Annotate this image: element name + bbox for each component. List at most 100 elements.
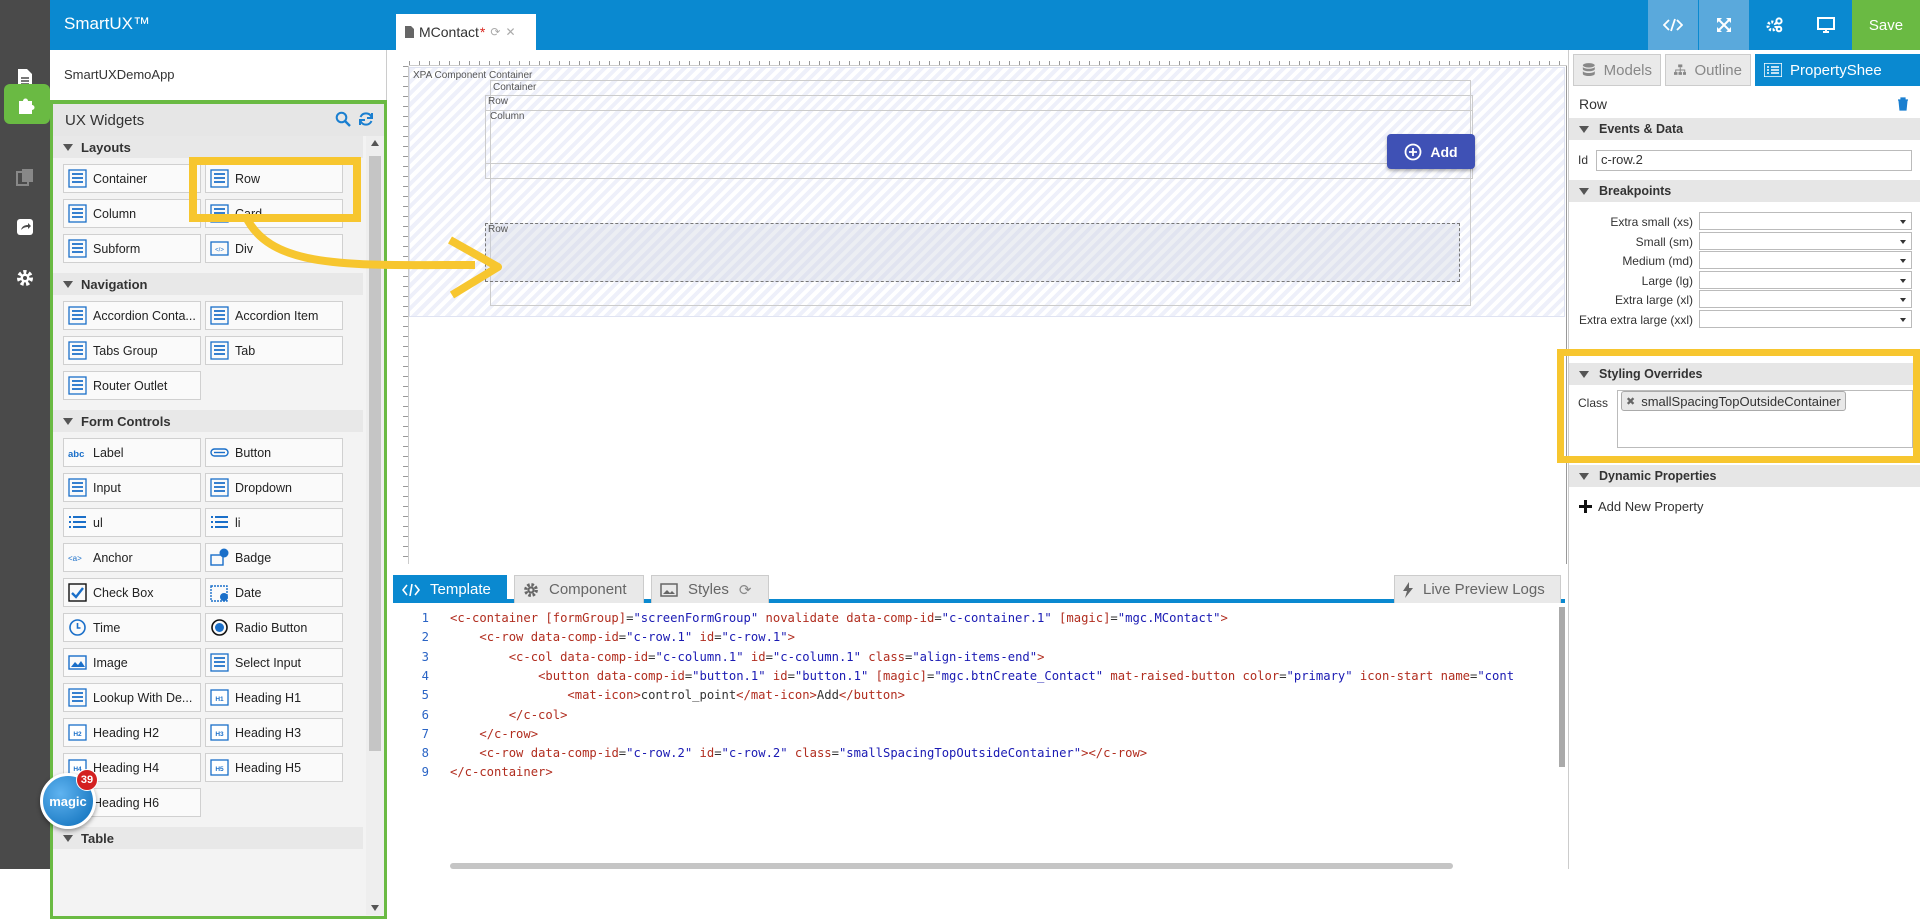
section-table[interactable]: Table [53,827,363,849]
widget-radio-button[interactable]: Radio Button [205,613,343,642]
xpa-component-container[interactable]: XPA Component Container Container Row Co… [409,67,1565,317]
code-line[interactable]: </c-container> [450,765,553,779]
row-drop-target[interactable]: Row [485,223,1460,282]
widget-column[interactable]: Column [63,199,201,228]
settings-button[interactable] [1750,0,1800,50]
puzzle-icon[interactable] [4,84,50,124]
widget-heading-h5[interactable]: H5 Heading H5 [205,753,343,782]
share-icon[interactable] [4,206,46,248]
code-line[interactable]: <c-row data-comp-id="c-row.1" id="c-row.… [450,630,795,644]
preview-button[interactable] [1801,0,1851,50]
widget-label: ul [93,515,103,530]
code-line[interactable]: </c-row> [450,727,538,741]
code-line[interactable]: <mat-icon>control_point</mat-icon>Add</b… [450,688,905,702]
column-element[interactable]: Column [485,110,1473,164]
widget-check-box[interactable]: Check Box [63,578,201,607]
add-new-property-button[interactable]: Add New Property [1579,499,1704,514]
trash-icon[interactable] [1897,97,1909,111]
widget-lookup-with-de[interactable]: Lookup With De... [63,683,201,712]
document-tab[interactable]: MContact * ⟳ ✕ [396,12,536,50]
tab-outline[interactable]: Outline [1665,54,1751,86]
widget-label: Tab [235,343,256,358]
search-icon[interactable] [335,111,351,127]
events-data-section[interactable]: Events & Data [1569,118,1920,140]
save-button[interactable]: Save [1852,0,1920,50]
code-token: "primary" [1286,668,1353,683]
breakpoint-select[interactable] [1699,290,1912,309]
gear-icon[interactable] [4,257,46,299]
code-token: "c-column.1" [655,649,744,664]
tab-models[interactable]: Models [1573,54,1661,86]
refresh-icon[interactable] [358,111,374,127]
breakpoints-section[interactable]: Breakpoints [1569,180,1920,202]
tab-styles[interactable]: Styles ⟳ [651,575,769,603]
tab-component-label: Component [549,581,627,598]
refresh-icon[interactable]: ⟳ [490,25,500,39]
code-view-button[interactable] [1648,0,1698,50]
widget-input[interactable]: Input [63,473,201,502]
widget-ul[interactable]: ul [63,508,201,537]
breakpoint-select[interactable] [1699,231,1912,250]
widget-badge[interactable]: Badge [205,543,343,572]
widget-container[interactable]: Container [63,164,201,193]
code-token: = [714,746,722,761]
widget-label[interactable]: abc Label [63,438,201,467]
code-line[interactable]: <c-row data-comp-id="c-row.2" id="c-row.… [450,746,1147,760]
magic-label: magic [49,793,87,809]
heading-h2-icon: H2 [68,723,87,742]
widget-dropdown[interactable]: Dropdown [205,473,343,502]
widget-image[interactable]: Image [63,648,201,677]
database-icon [1582,63,1595,76]
fullscreen-button[interactable] [1699,0,1749,50]
design-canvas: XPA Component Container Container Row Co… [387,50,1567,564]
breakpoint-select[interactable] [1699,251,1912,270]
add-button[interactable]: Add [1387,134,1475,169]
code-line[interactable]: <c-col data-comp-id="c-column.1" id="c-c… [450,649,1045,664]
collapse-triangle-icon [63,143,73,151]
template-code-editor[interactable]: 1 <c-container [formGroup] = "screenFormGro… [393,607,1565,869]
tab-component[interactable]: Component [514,575,644,603]
breakpoint-select[interactable] [1699,310,1912,328]
widget-button[interactable]: Button [205,438,343,467]
code-vertical-scrollbar[interactable] [1559,607,1565,767]
widget-date[interactable]: Date [205,578,343,607]
bolt-icon [1403,581,1413,598]
code-line[interactable]: <button data-comp-id="button.1" id="butt… [450,669,1514,683]
breakpoint-select[interactable] [1699,270,1912,289]
section-layouts[interactable]: Layouts [53,136,363,158]
id-input[interactable]: c-row.2 [1596,150,1912,171]
widget-router-outlet[interactable]: Router Outlet [63,371,201,400]
add-new-property-label: Add New Property [1598,499,1704,514]
code-token: = [1110,611,1118,625]
tab-template[interactable]: Template [393,575,507,603]
tab-property-sheet[interactable]: PropertyShee [1755,54,1920,86]
close-icon[interactable]: ✕ [505,25,515,39]
widget-label: li [235,515,241,530]
widget-anchor[interactable]: <a> Anchor [63,543,201,572]
code-token: id [692,630,715,645]
widget-heading-h1[interactable]: H1 Heading H1 [205,683,343,712]
copy-pages-icon[interactable] [4,156,46,198]
widget-tabs-group[interactable]: Tabs Group [63,336,201,365]
section-form-controls[interactable]: Form Controls [53,410,363,432]
widget-select-input[interactable]: Select Input [205,648,343,677]
code-horizontal-scrollbar[interactable] [450,863,1453,869]
widget-tab[interactable]: Tab [205,336,343,365]
dynamic-properties-section[interactable]: Dynamic Properties [1569,465,1920,487]
widget-heading-h2[interactable]: H2 Heading H2 [63,718,201,747]
live-preview-logs-button[interactable]: Live Preview Logs [1394,575,1561,603]
widget-subform[interactable]: Subform [63,234,201,263]
code-line[interactable]: <c-container [formGroup] = "screenFormGrou… [450,611,1228,625]
svg-text:H5: H5 [215,766,224,773]
refresh-icon[interactable]: ⟳ [739,581,752,599]
widget-time[interactable]: Time [63,613,201,642]
widget-li[interactable]: li [205,508,343,537]
breakpoint-select[interactable] [1699,212,1912,230]
widget-label: Tabs Group [93,343,158,358]
widget-heading-h3[interactable]: H3 Heading H3 [205,718,343,747]
widget-accordion-conta[interactable]: Accordion Conta... [63,301,201,330]
code-line[interactable]: </c-col> [450,708,568,722]
widget-label: Date [235,585,262,600]
